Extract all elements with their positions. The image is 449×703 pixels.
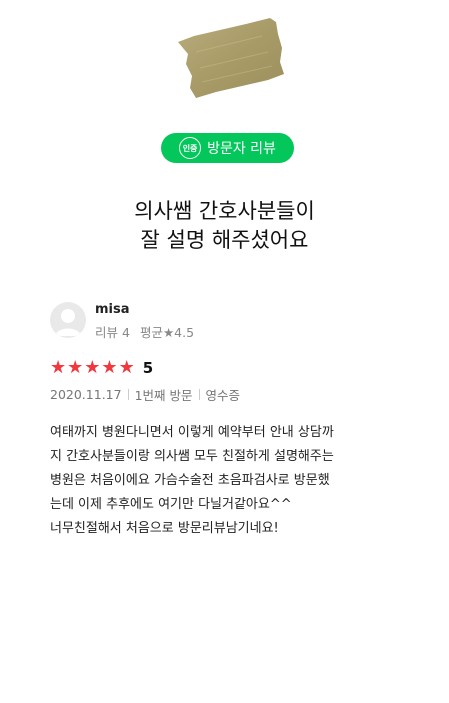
visitor-review-badge: 인증 방문자 리뷰 — [161, 133, 294, 163]
star-rating: ★ ★ ★ ★ ★ — [50, 358, 135, 378]
star-icon: ★ — [67, 357, 84, 378]
divider — [198, 389, 200, 400]
headline-line-1: 의사쌤 간호사분들이 — [134, 199, 315, 223]
average-rating: 평균★4.5 — [139, 325, 195, 340]
visit-date: 2020.11.17 — [50, 387, 122, 402]
visit-count: 1번째 방문 — [134, 388, 193, 403]
star-icon: ★ — [101, 357, 118, 378]
star-icon: ★ — [118, 357, 135, 378]
reviewer-name[interactable]: misa — [95, 300, 194, 320]
review-body: 여태까지 병원다니면서 이렇게 예약부터 안내 상담까 지 간호사분들이랑 의사… — [50, 425, 334, 536]
verified-icon: 인증 — [179, 137, 202, 159]
reviewer-stats: 리뷰 4 평균★4.5 — [95, 324, 194, 342]
reviewer-profile[interactable]: misa 리뷰 4 평균★4.5 — [50, 300, 194, 342]
visit-meta: 2020.11.17 1번째 방문 영수증 — [50, 385, 240, 404]
headline-line-2: 잘 설명 해주셨어요 — [140, 228, 309, 252]
user-silhouette-icon — [55, 309, 81, 336]
star-icon: ★ — [84, 357, 101, 378]
masking-tape-decoration — [178, 18, 284, 98]
receipt-verification: 영수증 — [205, 388, 241, 403]
rating-value: 5 — [142, 359, 154, 377]
review-headline: 의사쌤 간호사분들이 잘 설명 해주셨어요 — [0, 197, 449, 255]
star-icon: ★ — [50, 357, 67, 378]
divider — [127, 389, 129, 400]
badge-label: 방문자 리뷰 — [207, 141, 276, 157]
review-count: 리뷰 4 — [95, 325, 130, 340]
avatar[interactable] — [50, 302, 86, 338]
review-rating: ★ ★ ★ ★ ★ 5 — [50, 358, 153, 378]
